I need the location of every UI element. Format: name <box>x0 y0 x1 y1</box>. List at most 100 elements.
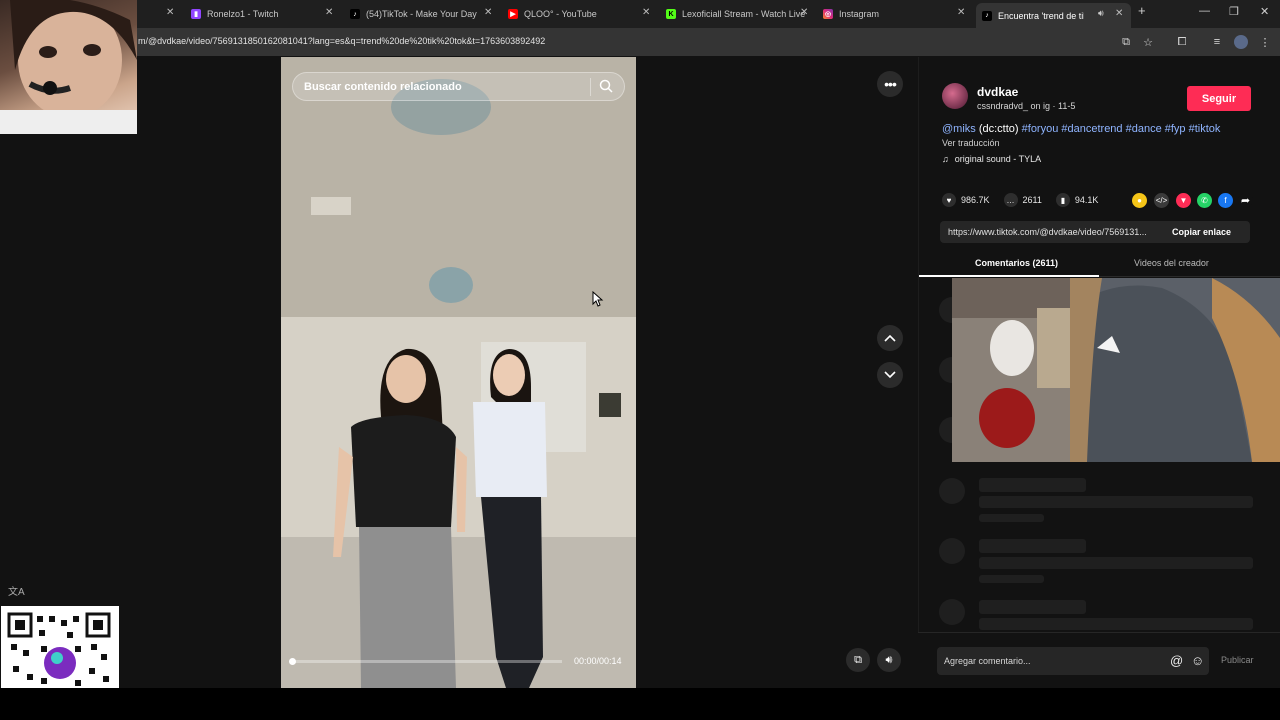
close-tab-icon[interactable]: ✕ <box>800 7 808 18</box>
share-link-url[interactable]: https://www.tiktok.com/@dvdkae/video/756… <box>948 227 1164 237</box>
browser-tab-youtube[interactable]: ▶ QLOO° - YouTube ✕ <box>508 4 656 24</box>
close-window-icon[interactable]: ✕ <box>1260 5 1269 18</box>
close-tab-icon[interactable]: ✕ <box>166 7 174 18</box>
follow-button[interactable]: Seguir <box>1187 86 1251 111</box>
tab-comments[interactable]: Comentarios (2611) <box>975 258 1058 268</box>
install-app-icon[interactable]: ⧉ <box>1119 35 1133 49</box>
search-icon[interactable] <box>599 79 613 93</box>
video-time: 00:00/00:14 <box>574 656 622 666</box>
music-link[interactable]: ♫ original sound - TYLA <box>942 154 1041 164</box>
mention-link[interactable]: @miks <box>942 123 976 135</box>
bottom-letterbox <box>0 688 1280 720</box>
publish-button[interactable]: Publicar <box>1221 655 1254 665</box>
embed-icon[interactable]: </> <box>1154 193 1169 208</box>
browser-tab-active[interactable]: ♪ Encuentra 'trend de tik tok 🔊︎ ✕ <box>976 3 1131 28</box>
mini-player-icon: ⧉ <box>854 653 862 666</box>
video-player[interactable]: Buscar contenido relacionado 00:00/00:14 <box>281 57 636 688</box>
music-note-icon: ♫ <box>942 154 949 164</box>
tab-creator-videos[interactable]: Videos del creador <box>1134 258 1209 268</box>
tiktok-icon: ♪ <box>982 10 992 21</box>
previous-video-button[interactable] <box>877 325 903 351</box>
chevron-down-icon <box>884 371 896 379</box>
close-tab-icon[interactable]: ✕ <box>1115 8 1123 19</box>
tab-title: Instagram <box>839 9 880 19</box>
caption-credit: (dc:ctto) <box>978 123 1019 135</box>
tab-title: QLOO° - YouTube <box>524 9 597 19</box>
heart-icon: ♥ <box>942 193 956 207</box>
media-controls-icon[interactable]: ≡ <box>1210 35 1224 49</box>
webcam-image <box>952 278 1280 462</box>
minimize-icon[interactable]: — <box>1199 5 1210 17</box>
bookmark-star-icon[interactable]: ☆ <box>1141 35 1155 49</box>
author-username[interactable]: dvdkae <box>977 85 1018 99</box>
speaker-icon[interactable]: 🔊︎ <box>1098 8 1104 19</box>
author-subline: cssndradvd_ on ig · 11-5 <box>977 101 1076 111</box>
maximize-icon[interactable]: ❐ <box>1229 5 1239 18</box>
tiktok-icon: ♪ <box>350 9 360 19</box>
comment-count: 2611 <box>1022 195 1042 205</box>
comment-icon: … <box>1003 193 1018 207</box>
browser-tab-instagram[interactable]: ◎ Instagram ✕ <box>823 4 971 24</box>
facebook-icon[interactable]: f <box>1218 193 1233 208</box>
emoji-icon[interactable]: ☺ <box>1191 653 1204 668</box>
tab-title: Ronelzo1 - Twitch <box>207 9 279 19</box>
comment-input[interactable]: Agregar comentario... @ ☺ <box>937 647 1209 675</box>
instagram-icon: ◎ <box>823 9 833 19</box>
browser-tab[interactable]: ✕ <box>138 4 188 24</box>
browser-tab-tiktok[interactable]: ♪ (54)TikTok - Make Your Day ✕ <box>350 4 498 24</box>
video-frame <box>281 57 636 688</box>
comment-button[interactable]: … 2611 <box>1003 193 1042 207</box>
webcam-image <box>0 0 137 134</box>
ellipsis-icon: ••• <box>884 76 897 92</box>
save-button[interactable]: ▮ 94.1K <box>1055 193 1098 207</box>
share-link-box: https://www.tiktok.com/@dvdkae/video/756… <box>940 221 1250 243</box>
extensions-icon[interactable]: ⧠ <box>1175 35 1189 49</box>
repost-icon[interactable]: ● <box>1132 193 1147 208</box>
progress-handle[interactable] <box>289 658 296 665</box>
webcam-overlay-person <box>952 278 1280 462</box>
video-progress-bar[interactable] <box>289 658 562 665</box>
next-video-button[interactable] <box>877 362 903 388</box>
browser-menu-icon[interactable]: ⋮ <box>1258 35 1272 49</box>
mini-player-button[interactable]: ⧉ <box>846 648 870 672</box>
close-tab-icon[interactable]: ✕ <box>642 7 650 18</box>
hashtag-links[interactable]: #foryou #dancetrend #dance #fyp #tiktok <box>1022 123 1221 135</box>
close-tab-icon[interactable]: ✕ <box>325 7 333 18</box>
like-count: 986.7K <box>961 195 990 205</box>
panel-tabs: Comentarios (2611) Videos del creador <box>919 255 1280 277</box>
video-caption: @miks (dc:ctto) #foryou #dancetrend #dan… <box>942 123 1220 135</box>
kick-icon: K <box>666 9 676 19</box>
more-options-button[interactable]: ••• <box>877 71 903 97</box>
volume-icon: 🔊︎ <box>885 653 893 666</box>
whatsapp-icon[interactable]: ✆ <box>1197 193 1212 208</box>
search-divider <box>590 78 591 96</box>
see-translation-link[interactable]: Ver traducción <box>942 138 1000 148</box>
translate-icon[interactable]: 文A <box>8 583 25 598</box>
engagement-stats: ♥ 986.7K … 2611 ▮ 94.1K <box>942 193 1112 207</box>
new-tab-button[interactable]: + <box>1138 3 1146 18</box>
copy-link-button[interactable]: Copiar enlace <box>1172 227 1231 237</box>
mention-icon[interactable]: @ <box>1170 653 1183 668</box>
browser-tab-bar: ✕ ▮ Ronelzo1 - Twitch ✕ ♪ (54)TikTok - M… <box>0 0 1280 28</box>
like-button[interactable]: ♥ 986.7K <box>942 193 990 207</box>
volume-button[interactable]: 🔊︎ <box>877 648 901 672</box>
mouse-cursor-icon <box>592 291 604 307</box>
tab-title: Lexoficiall Stream - Watch Live <box>682 9 806 19</box>
avatar[interactable] <box>942 83 968 109</box>
send-icon[interactable]: ▼ <box>1176 193 1191 208</box>
close-tab-icon[interactable]: ✕ <box>484 7 492 18</box>
address-bar: m/@dvdkae/video/7569131850162081041?lang… <box>0 28 1280 56</box>
twitch-icon: ▮ <box>191 9 201 19</box>
related-search-box[interactable]: Buscar contenido relacionado <box>292 72 625 101</box>
music-title: original sound - TYLA <box>954 154 1042 164</box>
browser-tab-twitch[interactable]: ▮ Ronelzo1 - Twitch ✕ <box>191 4 339 24</box>
chevron-up-icon <box>884 334 896 342</box>
youtube-icon: ▶ <box>508 9 518 19</box>
search-input[interactable]: Buscar contenido relacionado <box>304 81 462 93</box>
profile-avatar[interactable] <box>1234 35 1248 49</box>
share-arrow-icon[interactable]: ➦ <box>1238 193 1253 208</box>
browser-tab-kick[interactable]: K Lexoficiall Stream - Watch Live ✕ <box>666 4 814 24</box>
close-tab-icon[interactable]: ✕ <box>957 7 965 18</box>
webcam-overlay-streamer <box>0 0 137 134</box>
url-field[interactable]: m/@dvdkae/video/7569131850162081041?lang… <box>138 36 545 46</box>
